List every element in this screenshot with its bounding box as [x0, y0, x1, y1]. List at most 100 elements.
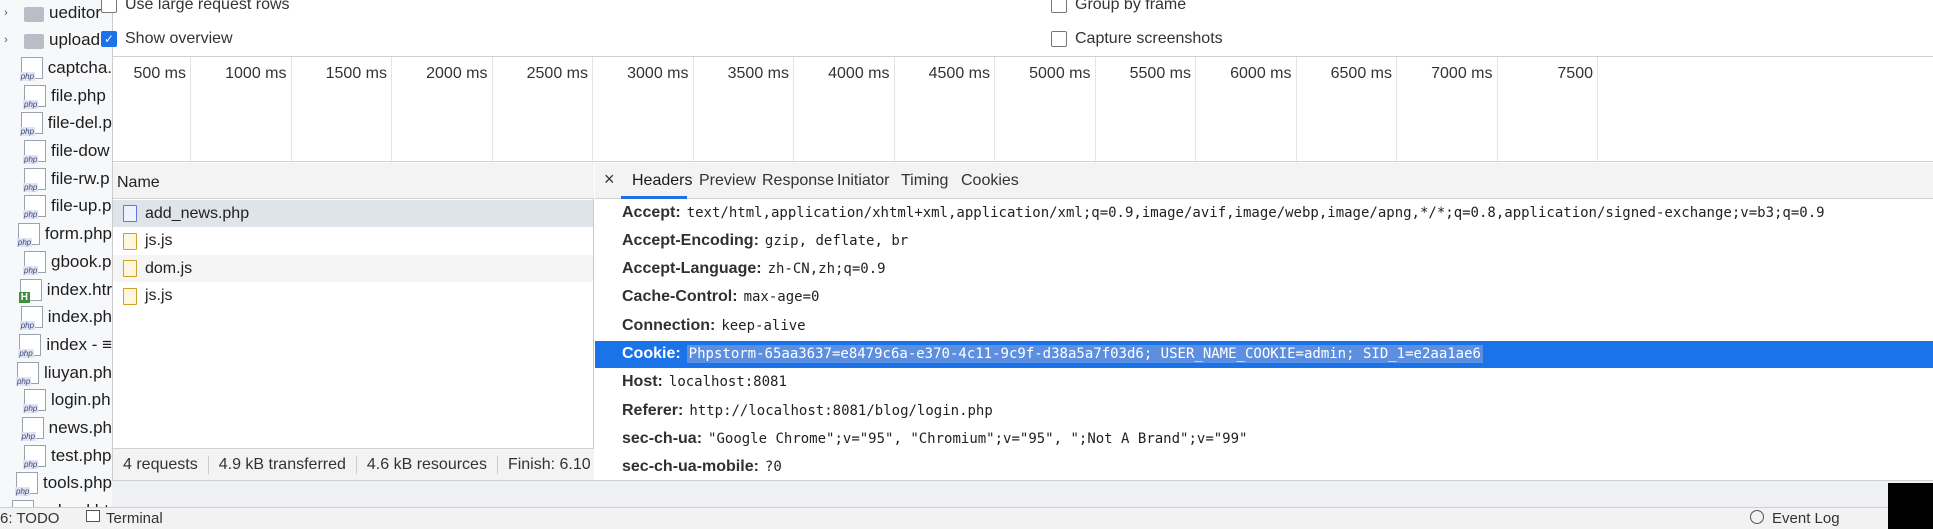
file-tree-item[interactable]: test.php [0, 442, 112, 469]
file-tree-item[interactable]: index.htr [0, 276, 112, 303]
summary-transferred: 4.9 kB transferred [209, 455, 357, 474]
horizontal-scroll-area[interactable] [112, 480, 1933, 507]
header-value[interactable]: http://localhost:8081/blog/login.php [689, 403, 992, 419]
timeline-overview[interactable]: 500 ms 1000 ms 1500 ms 2000 ms 2500 ms 3000 m… [113, 56, 1933, 163]
file-tree-item[interactable]: index.ph [0, 304, 112, 331]
file-tree-label: file-del.p [47, 113, 112, 133]
timeline-tick-label: 500 ms [133, 65, 186, 82]
file-tree-item[interactable]: upload.html [0, 498, 112, 507]
file-tree-item[interactable]: file-rw.p [0, 165, 112, 192]
file-tree-item[interactable]: captcha. [0, 54, 112, 81]
close-icon[interactable]: × [604, 169, 615, 190]
header-value[interactable]: text/html,application/xhtml+xml,applicat… [687, 205, 1825, 221]
file-tree-item[interactable]: file.php [0, 82, 112, 109]
timeline-gridline [1295, 57, 1297, 163]
header-value[interactable]: Phpstorm-65aa3637=e8479c6a-e370-4c11-9c9… [686, 345, 1483, 363]
terminal-tool-button[interactable]: Terminal [106, 510, 163, 527]
file-tree-item[interactable]: index - ≡ [0, 331, 112, 358]
timeline-gridline [1597, 57, 1598, 163]
file-tree-item[interactable]: file-dow [0, 138, 112, 165]
file-tree-label: login.ph [51, 390, 111, 410]
php-file-icon [23, 195, 46, 220]
header-value[interactable]: zh-CN,zh;q=0.9 [768, 261, 886, 277]
php-file-icon [23, 250, 46, 275]
request-header-row[interactable]: sec-ch-ua: "Google Chrome";v="95", "Chrom… [595, 425, 1933, 452]
header-value[interactable]: gzip, deflate, br [765, 233, 908, 249]
file-tree-label: gbook.p [51, 251, 112, 271]
large-request-rows-option[interactable]: Use large request rows [101, 0, 290, 14]
timeline-tick-label: 7000 ms [1431, 65, 1493, 82]
header-name: Accept-Encoding: [622, 231, 759, 249]
file-tree-item[interactable]: gbook.p [0, 248, 112, 275]
timeline-tick-label: 6000 ms [1230, 65, 1292, 82]
request-header-row[interactable]: Referer: http://localhost:8081/blog/login… [595, 397, 1933, 424]
capture-screenshots-option[interactable]: Capture screenshots [1051, 30, 1223, 48]
tab-response[interactable]: Response [762, 172, 834, 190]
header-value[interactable]: "Google Chrome";v="95", "Chromium";v="95… [708, 431, 1247, 447]
request-header-row[interactable]: Connection: keep-alive [595, 312, 1933, 339]
request-header-row[interactable]: sec-ch-ua-mobile: ?0 [595, 454, 1933, 481]
tab-initiator[interactable]: Initiator [837, 172, 889, 190]
file-tree-item[interactable]: › upload [0, 27, 112, 54]
request-header-row[interactable]: Cookie: Phpstorm-65aa3637=e8479c6a-e370-4… [595, 340, 1933, 368]
details-tabbar: × Headers Preview Response Initiator Tim… [595, 163, 1933, 199]
request-list: Name add_news.php js.js dom.js js.js 4 requ… [113, 163, 594, 480]
timeline-tick-label: 2000 ms [426, 65, 488, 82]
header-value[interactable]: keep-alive [721, 318, 805, 334]
network-summary: 4 requests 4.9 kB transferred 4.6 kB res… [113, 448, 594, 480]
tab-cookies[interactable]: Cookies [961, 172, 1019, 190]
show-overview-option[interactable]: ✓ Show overview [101, 30, 233, 48]
header-name: Cache-Control: [622, 288, 738, 306]
name-column-header[interactable]: Name [113, 163, 594, 199]
document-icon [123, 205, 137, 222]
chevron-right-icon[interactable]: › [0, 7, 12, 19]
request-row[interactable]: js.js [113, 228, 593, 255]
file-tree-item[interactable]: news.ph [0, 415, 112, 442]
screen-edge [1888, 483, 1933, 529]
php-file-icon [15, 472, 38, 497]
chevron-right-icon[interactable]: › [0, 34, 12, 46]
tab-timing[interactable]: Timing [901, 172, 948, 190]
file-tree-item[interactable]: login.ph [0, 387, 112, 414]
request-header-row[interactable]: Cache-Control: max-age=0 [595, 284, 1933, 311]
large-request-rows-checkbox[interactable] [101, 0, 117, 13]
request-header-row[interactable]: Accept-Encoding: gzip, deflate, br [595, 227, 1933, 254]
event-log-tool-button[interactable]: Event Log [1772, 510, 1840, 527]
file-tree-item[interactable]: liuyan.ph [0, 359, 112, 386]
ide-bottom-toolbar: 6: TODO Terminal Event Log [0, 507, 1933, 529]
tab-preview[interactable]: Preview [699, 172, 756, 190]
request-header-row[interactable]: Accept-Language: zh-CN,zh;q=0.9 [595, 256, 1933, 283]
header-name: Accept: [622, 203, 681, 221]
file-tree-item[interactable]: form.php [0, 221, 112, 248]
group-by-frame-checkbox[interactable] [1051, 0, 1067, 13]
header-value[interactable]: max-age=0 [744, 289, 820, 305]
capture-screenshots-checkbox[interactable] [1051, 31, 1067, 47]
todo-tool-button[interactable]: 6: TODO [0, 510, 59, 527]
timeline-tick-label: 5500 ms [1129, 65, 1191, 82]
header-name: Referer: [622, 401, 684, 419]
request-row[interactable]: dom.js [113, 255, 593, 282]
request-header-row[interactable]: Host: localhost:8081 [595, 369, 1933, 396]
request-row[interactable]: js.js [113, 283, 593, 310]
header-value[interactable]: ?0 [765, 459, 782, 475]
group-by-frame-option[interactable]: Group by frame [1051, 0, 1186, 14]
timeline-tick-label: 3500 ms [727, 65, 789, 82]
show-overview-checkbox[interactable]: ✓ [101, 31, 117, 47]
timeline-gridline [1195, 57, 1196, 163]
timeline-gridline [592, 57, 593, 163]
file-tree-label: liuyan.ph [43, 362, 112, 382]
tab-headers[interactable]: Headers [632, 172, 692, 190]
timeline-tick-label: 1500 ms [325, 65, 387, 82]
folder-icon [24, 34, 44, 50]
file-tree-label: index.ph [47, 307, 112, 327]
file-tree-item[interactable]: file-up.p [0, 193, 112, 220]
script-icon [123, 232, 137, 250]
header-value[interactable]: localhost:8081 [669, 374, 787, 390]
request-header-row[interactable]: Accept: text/html,application/xhtml+xml,a… [595, 199, 1933, 226]
html-file-icon [18, 278, 42, 303]
file-tree-item[interactable]: › ueditor [0, 0, 112, 26]
file-tree-item[interactable]: tools.php [0, 470, 112, 497]
request-row[interactable]: add_news.php [113, 200, 593, 227]
php-file-icon [23, 167, 46, 192]
file-tree-item[interactable]: file-del.p [0, 110, 112, 137]
